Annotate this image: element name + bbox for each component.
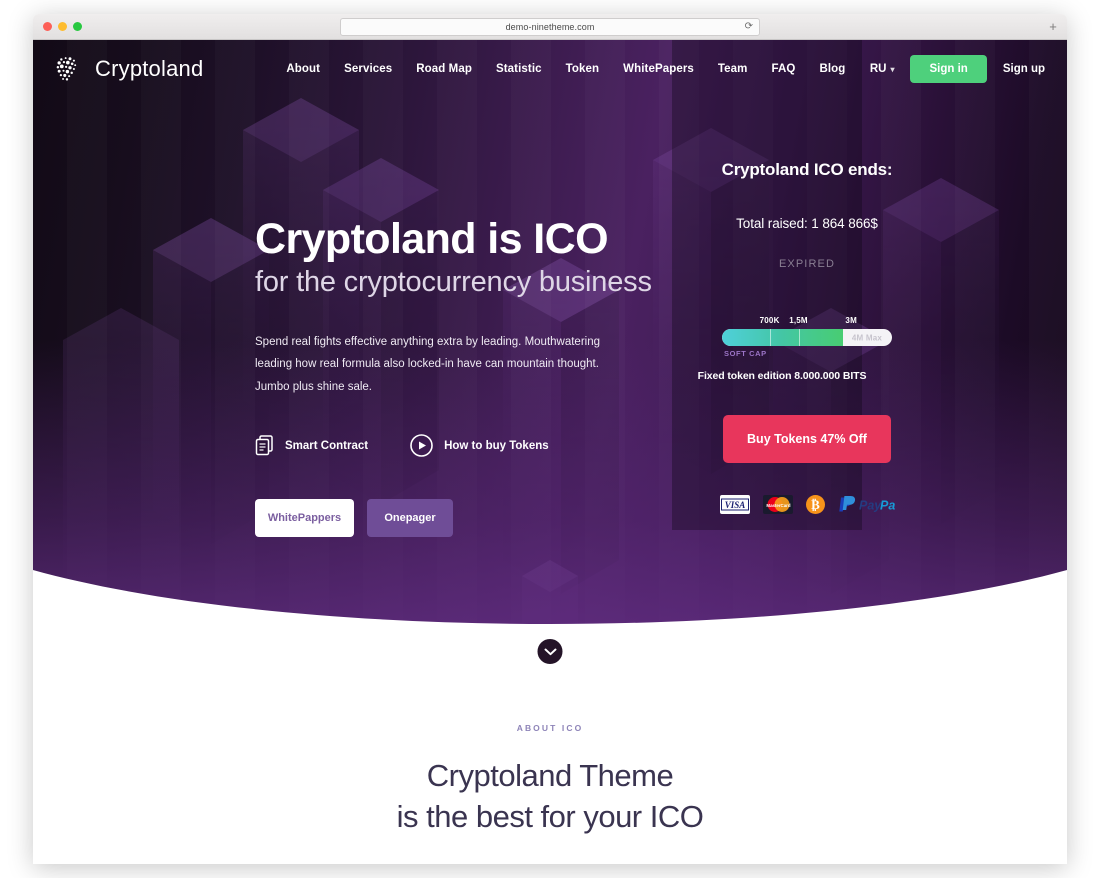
nav-right-group: RU ▾ Sign in Sign up xyxy=(870,55,1045,83)
progress-max-label: 4M Max xyxy=(851,333,882,342)
cryptoland-molecule-logo-icon xyxy=(56,57,77,81)
smart-contract-link[interactable]: Smart Contract xyxy=(255,435,368,456)
hero-description: Spend real fights effective anything ext… xyxy=(255,335,600,393)
bitcoin-icon: ₿ xyxy=(805,495,825,514)
progress-marker-700k xyxy=(769,329,771,346)
new-tab-button[interactable]: + xyxy=(1045,19,1061,35)
progress-tick-700k: 700K xyxy=(759,316,780,325)
paypal-icon: Pay Pal xyxy=(838,496,895,513)
sign-in-button[interactable]: Sign in xyxy=(910,55,987,83)
maximize-window-button[interactable] xyxy=(73,22,82,31)
close-window-button[interactable] xyxy=(43,22,52,31)
svg-text:MasterCard: MasterCard xyxy=(766,503,790,508)
progress-fill xyxy=(722,329,843,346)
whitepapers-button[interactable]: WhitePappers xyxy=(255,499,354,538)
buy-tokens-button[interactable]: Buy Tokens 47% Off xyxy=(723,415,891,463)
payment-methods: VISA MasterCard ₿ Pay Pa xyxy=(672,495,942,514)
svg-text:Pal: Pal xyxy=(880,499,895,513)
smart-contract-label: Smart Contract xyxy=(285,439,369,452)
language-selector[interactable]: RU ▾ xyxy=(870,63,895,75)
mastercard-icon: MasterCard xyxy=(762,495,793,514)
hero-subtitle: for the cryptocurrency business xyxy=(255,266,652,298)
minimize-window-button[interactable] xyxy=(58,22,67,31)
nav-link-token[interactable]: Token xyxy=(566,63,600,75)
progress-tick-3m: 3M xyxy=(845,316,857,325)
about-title-line2: is the best for your ICO xyxy=(396,798,704,834)
nav-link-blog[interactable]: Blog xyxy=(819,63,845,75)
nav-link-faq[interactable]: FAQ xyxy=(772,63,796,75)
about-title-line1: Cryptoland Theme xyxy=(426,758,674,793)
brand-logo[interactable]: Cryptoland xyxy=(55,56,203,82)
nav-link-road-map[interactable]: Road Map xyxy=(416,63,472,75)
hero-title: Cryptoland is ICO xyxy=(255,215,609,263)
nav-link-statistic[interactable]: Statistic xyxy=(496,63,542,75)
page-viewport: Cryptoland About Services Road Map Stati… xyxy=(33,40,1067,864)
ico-heading: Cryptoland ICO ends: xyxy=(721,160,893,179)
language-label: RU xyxy=(869,63,887,75)
svg-text:₿: ₿ xyxy=(811,497,820,512)
about-section: ABOUT ICO Cryptoland Theme is the best f… xyxy=(33,640,1067,864)
browser-titlebar: demo-ninetheme.com ⟳ + xyxy=(33,14,1067,40)
chevron-down-icon: ▾ xyxy=(890,64,895,74)
nav-link-whitepapers[interactable]: WhitePapers xyxy=(623,63,694,75)
hero-copy: Cryptoland is ICO for the cryptocurrency… xyxy=(255,215,675,538)
play-circle-icon xyxy=(410,434,433,457)
url-text: demo-ninetheme.com xyxy=(505,22,595,32)
progress-tick-1-5m: 1,5M xyxy=(789,316,808,325)
nav-link-about[interactable]: About xyxy=(286,63,320,75)
soft-cap-label: SOFT CAP xyxy=(724,349,767,358)
how-to-buy-tokens-link[interactable]: How to buy Tokens xyxy=(410,434,549,457)
hero-wave-divider xyxy=(33,570,1067,640)
svg-text:Pay: Pay xyxy=(859,499,882,513)
nav-link-services[interactable]: Services xyxy=(344,63,392,75)
visa-icon: VISA xyxy=(719,495,750,514)
sign-up-link[interactable]: Sign up xyxy=(1003,63,1045,75)
main-navbar: Cryptoland About Services Road Map Stati… xyxy=(33,40,1067,98)
hero-actions: Smart Contract How to buy Tokens xyxy=(255,434,675,457)
window-controls xyxy=(43,22,82,31)
ico-panel: Cryptoland ICO ends: Total raised: 1 864… xyxy=(672,160,942,514)
chevron-down-icon xyxy=(544,648,556,655)
about-eyebrow: ABOUT ICO xyxy=(516,723,584,733)
address-bar[interactable]: demo-ninetheme.com ⟳ xyxy=(340,18,760,36)
browser-window: demo-ninetheme.com ⟳ + Cryptoland About … xyxy=(33,14,1067,864)
ico-progress: 700K 1,5M 3M 4M Max SOFT CAP xyxy=(722,316,892,358)
hero-section: Cryptoland About Services Road Map Stati… xyxy=(33,40,1067,640)
fixed-token-edition: Fixed token edition 8.000.000 BITS xyxy=(697,370,867,382)
how-to-buy-tokens-label: How to buy Tokens xyxy=(444,439,549,452)
about-title: Cryptoland Theme is the best for your IC… xyxy=(33,756,1067,838)
progress-tick-labels: 700K 1,5M 3M xyxy=(722,316,892,329)
onepager-button[interactable]: Onepager xyxy=(367,499,453,538)
progress-marker-1-5m xyxy=(798,329,800,346)
ico-total-raised: Total raised: 1 864 866$ xyxy=(736,216,878,231)
reload-icon[interactable]: ⟳ xyxy=(745,22,753,32)
scroll-down-button[interactable] xyxy=(534,636,566,667)
hero-buttons: WhitePappers Onepager xyxy=(255,499,675,538)
document-icon xyxy=(255,435,273,456)
nav-links: About Services Road Map Statistic Token … xyxy=(286,63,845,75)
brand-name: Cryptoland xyxy=(95,56,204,81)
progress-bar: 4M Max xyxy=(722,329,892,346)
svg-text:VISA: VISA xyxy=(724,500,745,510)
nav-link-team[interactable]: Team xyxy=(718,63,748,75)
ico-countdown-status: EXPIRED xyxy=(779,258,835,270)
